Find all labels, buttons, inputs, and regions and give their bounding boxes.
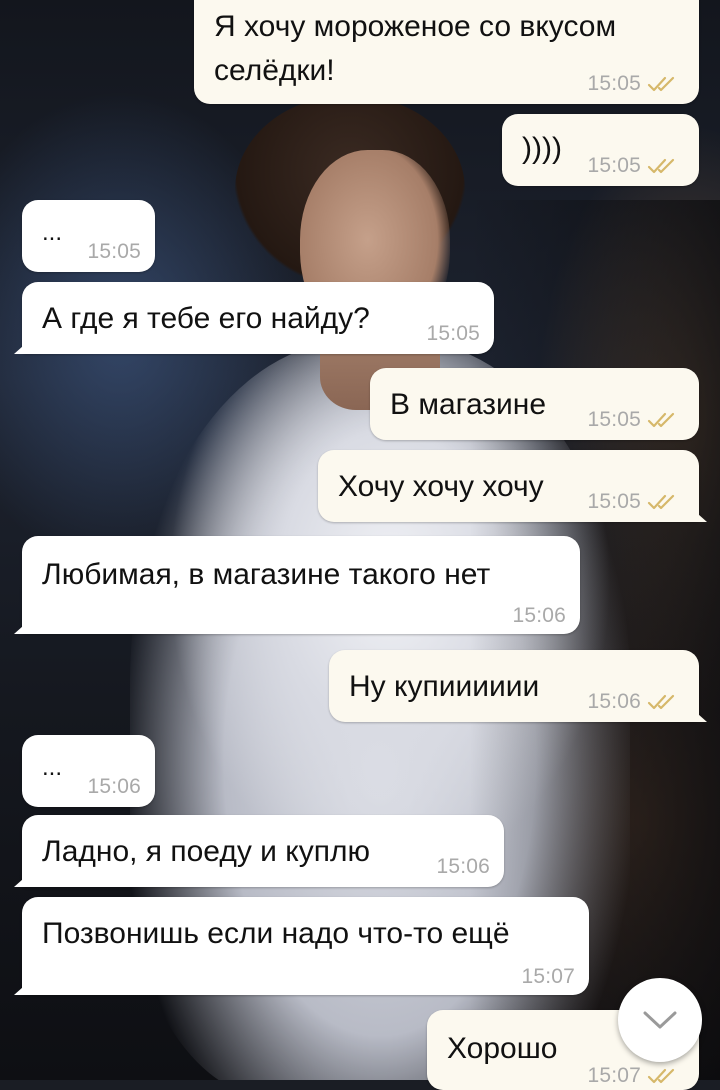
message-meta: 15:05 [587,154,681,178]
message-time: 15:06 [87,775,141,798]
message-meta: 15:07 [521,965,575,989]
double-check-icon [647,694,675,710]
message-text: селёдки! [214,54,335,87]
double-check-icon [647,494,675,510]
double-check-icon [647,76,675,92]
message-meta: 15:05 [587,490,681,514]
message-text: Ладно, я поеду и куплю [42,835,370,868]
message-bubble-incoming[interactable]: Ладно, я поеду и куплю 15:06 [14,815,504,887]
message-text: Позвонишь если надо что-то ещё [42,917,510,950]
message-meta: 15:06 [512,604,566,628]
message-meta: 15:06 [587,690,681,714]
bubble-tail [689,506,707,522]
message-time: 15:07 [521,965,575,988]
message-bubble-outgoing[interactable]: )))) 15:05 [502,114,699,186]
bubble-tail [14,338,32,354]
message-bubble-outgoing[interactable]: Ну купииииии 15:06 [329,650,707,722]
message-time: 15:05 [87,240,141,263]
message-time: 15:05 [587,490,641,513]
message-text: В магазине [390,388,547,421]
message-list[interactable]: Я хочу мороженое со вкусом селёдки! 15:0… [0,0,720,1090]
message-meta: 15:05 [426,322,480,346]
message-text: А где я тебе его найду? [42,302,370,335]
message-time: 15:05 [587,72,641,95]
message-text: Хорошо [447,1032,558,1065]
bubble-tail [14,871,32,887]
message-text: Любимая, в магазине такого нет [42,558,491,591]
bubble-tail [14,618,32,634]
message-bubble-outgoing[interactable]: Хочу хочу хочу 15:05 [318,450,707,522]
message-bubble-incoming[interactable]: А где я тебе его найду? 15:05 [14,282,494,354]
chevron-down-icon [643,1011,677,1029]
message-time: 15:05 [587,408,641,431]
scroll-to-bottom-button[interactable] [618,978,702,1062]
message-time: 15:06 [512,604,566,627]
message-meta: 15:06 [87,775,141,799]
message-text: ... [42,219,63,246]
message-text: Я хочу мороженое со вкусом [214,10,617,43]
message-text: )))) [522,132,562,165]
double-check-icon [647,1068,675,1084]
message-bubble-incoming[interactable]: Любимая, в магазине такого нет 15:06 [14,536,580,634]
message-text: Ну купииииии [349,670,540,703]
message-bubble-outgoing[interactable]: В магазине 15:05 [370,368,699,440]
message-time: 15:06 [587,690,641,713]
message-bubble-incoming[interactable]: Позвонишь если надо что-то ещё 15:07 [14,897,589,995]
message-bubble-incoming[interactable]: ... 15:05 [22,200,155,272]
bubble-tail [14,979,32,995]
message-text: ... [42,754,63,781]
message-meta: 15:05 [587,408,681,432]
double-check-icon [647,158,675,174]
message-meta: 15:07 [587,1064,681,1088]
message-time: 15:05 [587,154,641,177]
bubble-tail [689,706,707,722]
message-bubble-incoming[interactable]: ... 15:06 [22,735,155,807]
double-check-icon [647,412,675,428]
message-meta: 15:05 [587,72,681,96]
message-time: 15:07 [587,1064,641,1087]
message-bubble-outgoing[interactable]: Я хочу мороженое со вкусом селёдки! 15:0… [194,0,699,104]
message-time: 15:05 [426,322,480,345]
message-text: Хочу хочу хочу [338,470,544,503]
message-time: 15:06 [436,855,490,878]
message-meta: 15:05 [87,240,141,264]
message-meta: 15:06 [436,855,490,879]
